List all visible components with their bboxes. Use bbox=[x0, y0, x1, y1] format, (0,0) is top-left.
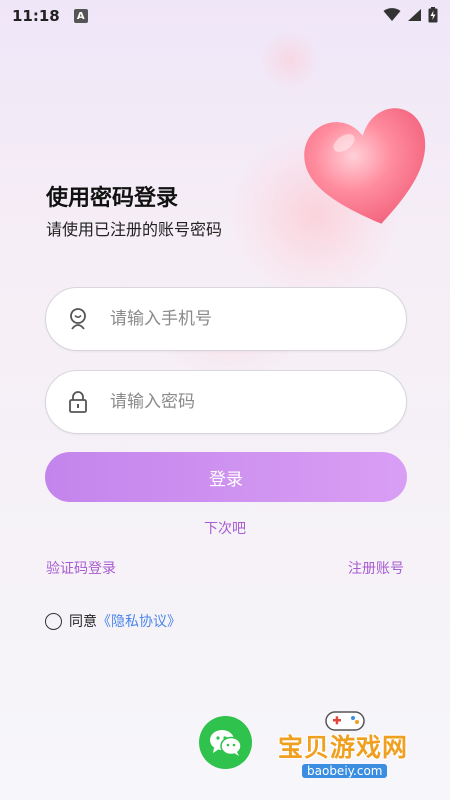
phone-input[interactable] bbox=[110, 309, 360, 329]
signal-icon bbox=[408, 9, 421, 21]
page-subtitle: 请使用已注册的账号密码 bbox=[46, 220, 223, 239]
heart-icon bbox=[304, 108, 426, 224]
wifi-icon bbox=[383, 8, 401, 21]
skip-link[interactable]: 下次吧 bbox=[0, 518, 450, 538]
privacy-policy-link[interactable]: 《隐私协议》 bbox=[97, 611, 181, 631]
watermark-url: baobeiy.com bbox=[302, 764, 388, 778]
battery-charging-icon bbox=[428, 7, 438, 23]
sms-login-link[interactable]: 验证码登录 bbox=[46, 558, 116, 578]
password-field[interactable] bbox=[45, 370, 407, 434]
user-avatar-icon bbox=[66, 307, 90, 331]
agree-label: 同意 bbox=[69, 614, 97, 630]
phone-field[interactable] bbox=[45, 287, 407, 351]
login-button[interactable]: 登录 bbox=[45, 452, 407, 502]
status-bar: 11:18 A bbox=[0, 0, 450, 32]
register-link[interactable]: 注册账号 bbox=[348, 558, 404, 578]
status-time: 11:18 bbox=[12, 7, 60, 25]
wechat-icon bbox=[209, 729, 242, 756]
background-glow bbox=[260, 30, 320, 90]
watermark: 宝贝游戏网 baobeiy.com bbox=[272, 708, 442, 788]
password-input[interactable] bbox=[110, 392, 360, 412]
status-icons bbox=[383, 7, 438, 23]
watermark-text: 宝贝游戏网 bbox=[278, 733, 409, 762]
notification-a-icon: A bbox=[73, 9, 88, 23]
agreement-row: 同意 《隐私协议》 bbox=[45, 611, 181, 631]
lock-icon bbox=[66, 390, 90, 414]
page-title: 使用密码登录 bbox=[46, 186, 179, 211]
agree-radio[interactable] bbox=[45, 612, 62, 630]
wechat-login-button[interactable] bbox=[199, 716, 252, 769]
